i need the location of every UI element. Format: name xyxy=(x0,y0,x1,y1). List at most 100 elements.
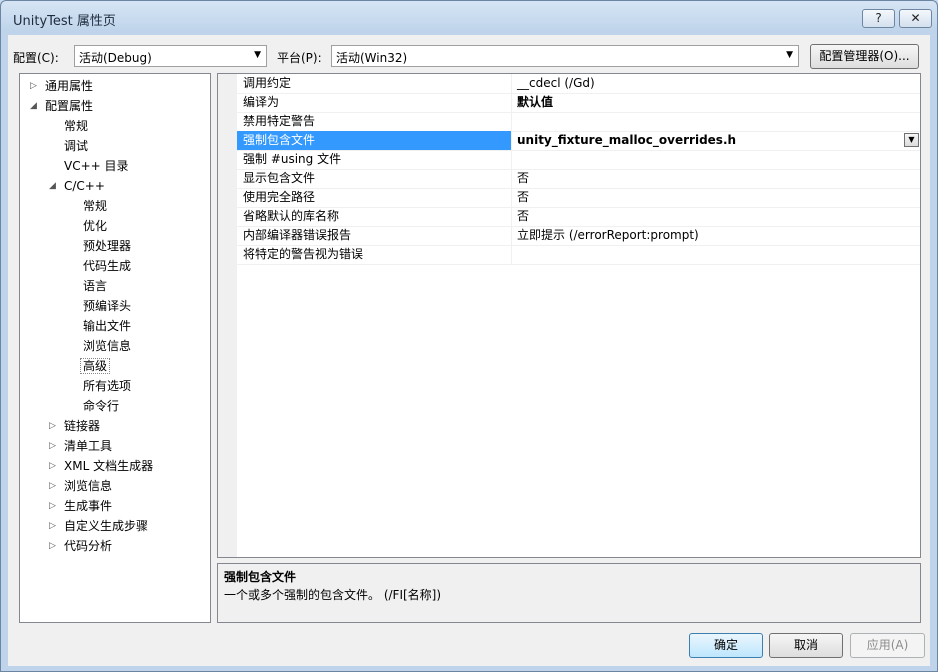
platform-select[interactable]: 活动(Win32) ▼ xyxy=(331,45,799,67)
property-tree[interactable]: ▷ 通用属性 ◢ 配置属性 常规 调试 VC++ 目录 ◢ C/C++ 常规 优化 预处理器 代码生成语… xyxy=(19,73,211,623)
tree-item[interactable]: 输出文件 xyxy=(83,317,131,335)
property-value[interactable]: 否 xyxy=(513,188,920,207)
property-value-text: 默认值 xyxy=(517,95,554,109)
tree-item[interactable]: 预编译头 xyxy=(83,297,131,315)
config-label: 配置(C): xyxy=(13,51,59,65)
title-bar: UnityTest 属性页 ? ✕ xyxy=(1,1,937,35)
property-row[interactable]: 强制 #using 文件 xyxy=(237,150,920,170)
tree-item[interactable]: ▷ 代码分析 xyxy=(49,537,113,555)
apply-button[interactable]: 应用(A) xyxy=(850,633,925,658)
property-value[interactable]: 否 xyxy=(513,169,920,188)
close-button[interactable]: ✕ xyxy=(899,9,932,28)
property-grid[interactable]: 调用约定 __cdecl (/Gd) 编译为 默认值 禁用特定警告 强制包含文件 unity… xyxy=(217,73,921,558)
tree-item-label: 优化 xyxy=(83,219,108,233)
tree-item[interactable]: ▷ XML 文档生成器 xyxy=(49,457,154,475)
tree-item[interactable]: 常规 xyxy=(83,197,107,215)
tree-item[interactable]: 调试 xyxy=(64,137,88,155)
property-name: 省略默认的库名称 xyxy=(237,207,512,226)
property-name: 禁用特定警告 xyxy=(237,112,512,131)
tree-item[interactable]: ◢ C/C++ xyxy=(49,177,105,195)
tree-item-label: XML 文档生成器 xyxy=(64,459,154,473)
config-manager-button[interactable]: 配置管理器(O)... xyxy=(810,44,919,69)
dialog-body: 配置(C): 活动(Debug) ▼ 平台(P): 活动(Win32) ▼ 配置… xyxy=(8,35,930,666)
tree-item[interactable]: 常规 xyxy=(64,117,88,135)
expand-arrow-icon[interactable]: ▷ xyxy=(49,417,56,435)
tree-item-label: 常规 xyxy=(83,199,108,213)
tree-item[interactable]: 预处理器 xyxy=(83,237,131,255)
property-value[interactable] xyxy=(513,112,920,131)
tree-item[interactable]: ▷ 通用属性 xyxy=(30,77,94,95)
tree-item[interactable]: 优化 xyxy=(83,217,107,235)
chevron-down-icon: ▼ xyxy=(254,50,261,60)
expand-arrow-icon[interactable]: ▷ xyxy=(49,457,56,475)
tree-item-label: C/C++ xyxy=(64,179,105,193)
tree-item-label: 调试 xyxy=(64,139,89,153)
tree-item[interactable]: ▷ 自定义生成步骤 xyxy=(49,517,149,535)
description-title: 强制包含文件 xyxy=(224,570,297,584)
tree-item-label: VC++ 目录 xyxy=(64,159,129,173)
tree-item[interactable]: 语言 xyxy=(83,277,107,295)
tree-item[interactable]: 命令行 xyxy=(83,397,119,415)
property-row[interactable]: 使用完全路径否 xyxy=(237,188,920,208)
property-value[interactable]: unity_fixture_malloc_overrides.h ▼ xyxy=(513,131,920,150)
property-value[interactable]: 否 xyxy=(513,207,920,226)
tree-item-label: 配置属性 xyxy=(45,99,94,113)
property-value[interactable]: 默认值 xyxy=(513,93,920,112)
tree-item[interactable]: ▷ 清单工具 xyxy=(49,437,113,455)
tree-item-label: 链接器 xyxy=(64,419,101,433)
config-select[interactable]: 活动(Debug) ▼ xyxy=(74,45,267,67)
property-row[interactable]: 将特定的警告视为错误 xyxy=(237,245,920,265)
property-row[interactable]: 内部编译器错误报告 立即提示 (/errorReport:prompt) xyxy=(237,226,920,246)
tree-item[interactable]: 浏览信息 xyxy=(83,337,131,355)
expand-arrow-icon[interactable]: ▷ xyxy=(49,437,56,455)
property-name: 强制 #using 文件 xyxy=(237,150,512,169)
property-row[interactable]: 调用约定 __cdecl (/Gd) xyxy=(237,74,920,94)
ok-button[interactable]: 确定 xyxy=(689,633,763,658)
property-row[interactable]: 编译为 默认值 xyxy=(237,93,920,113)
tree-item-label: 代码分析 xyxy=(64,539,113,553)
property-value-text: 否 xyxy=(517,171,530,185)
tree-item[interactable]: 代码生成 xyxy=(83,257,131,275)
tree-item[interactable]: VC++ 目录 xyxy=(64,157,129,175)
description-panel: 强制包含文件 一个或多个强制的包含文件。 (/FI[名称]) xyxy=(217,563,921,623)
tree-item-label: 生成事件 xyxy=(64,499,113,513)
tree-item-label: 常规 xyxy=(64,119,89,133)
tree-item-label: 自定义生成步骤 xyxy=(64,519,149,533)
collapse-arrow-icon[interactable]: ◢ xyxy=(30,97,37,115)
tree-item-label: 清单工具 xyxy=(64,439,113,453)
property-value-text: unity_fixture_malloc_overrides.h xyxy=(517,133,737,147)
property-value[interactable] xyxy=(513,150,920,169)
tree-item-label: 通用属性 xyxy=(45,79,94,93)
platform-label: 平台(P): xyxy=(277,51,322,65)
tree-item[interactable]: ▷ 链接器 xyxy=(49,417,101,435)
description-text: 一个或多个强制的包含文件。 (/FI[名称]) xyxy=(224,588,442,602)
tree-item[interactable]: ▷ 浏览信息 xyxy=(49,477,113,495)
tree-item[interactable]: ◢ 配置属性 xyxy=(30,97,94,115)
expand-arrow-icon[interactable]: ▷ xyxy=(49,477,56,495)
tree-item[interactable]: 所有选项 xyxy=(83,377,131,395)
property-value[interactable]: 立即提示 (/errorReport:prompt) xyxy=(513,226,920,245)
help-button[interactable]: ? xyxy=(862,9,895,28)
property-row[interactable]: 禁用特定警告 xyxy=(237,112,920,132)
tree-item-label: 预编译头 xyxy=(83,299,132,313)
dropdown-arrow-icon[interactable]: ▼ xyxy=(904,133,919,147)
expand-arrow-icon[interactable]: ▷ xyxy=(49,497,56,515)
expand-arrow-icon[interactable]: ▷ xyxy=(49,517,56,535)
collapse-arrow-icon[interactable]: ◢ xyxy=(49,177,56,195)
property-row[interactable]: 显示包含文件否 xyxy=(237,169,920,189)
expand-arrow-icon[interactable]: ▷ xyxy=(30,77,37,95)
grid-margin xyxy=(218,74,237,557)
tree-item-label: 代码生成 xyxy=(83,259,132,273)
property-name: 内部编译器错误报告 xyxy=(237,226,512,245)
cancel-button[interactable]: 取消 xyxy=(769,633,843,658)
property-row[interactable]: 省略默认的库名称否 xyxy=(237,207,920,227)
property-value-text: 否 xyxy=(517,209,530,223)
expand-arrow-icon[interactable]: ▷ xyxy=(49,537,56,555)
property-row[interactable]: 强制包含文件 unity_fixture_malloc_overrides.h ▼ xyxy=(237,131,920,151)
property-value[interactable]: __cdecl (/Gd) xyxy=(513,74,920,93)
tree-item-label: 浏览信息 xyxy=(64,479,113,493)
property-value[interactable] xyxy=(513,245,920,264)
tree-item[interactable]: ▷ 生成事件 xyxy=(49,497,113,515)
tree-item[interactable]: 高级 xyxy=(80,357,111,375)
chevron-down-icon: ▼ xyxy=(786,50,793,60)
